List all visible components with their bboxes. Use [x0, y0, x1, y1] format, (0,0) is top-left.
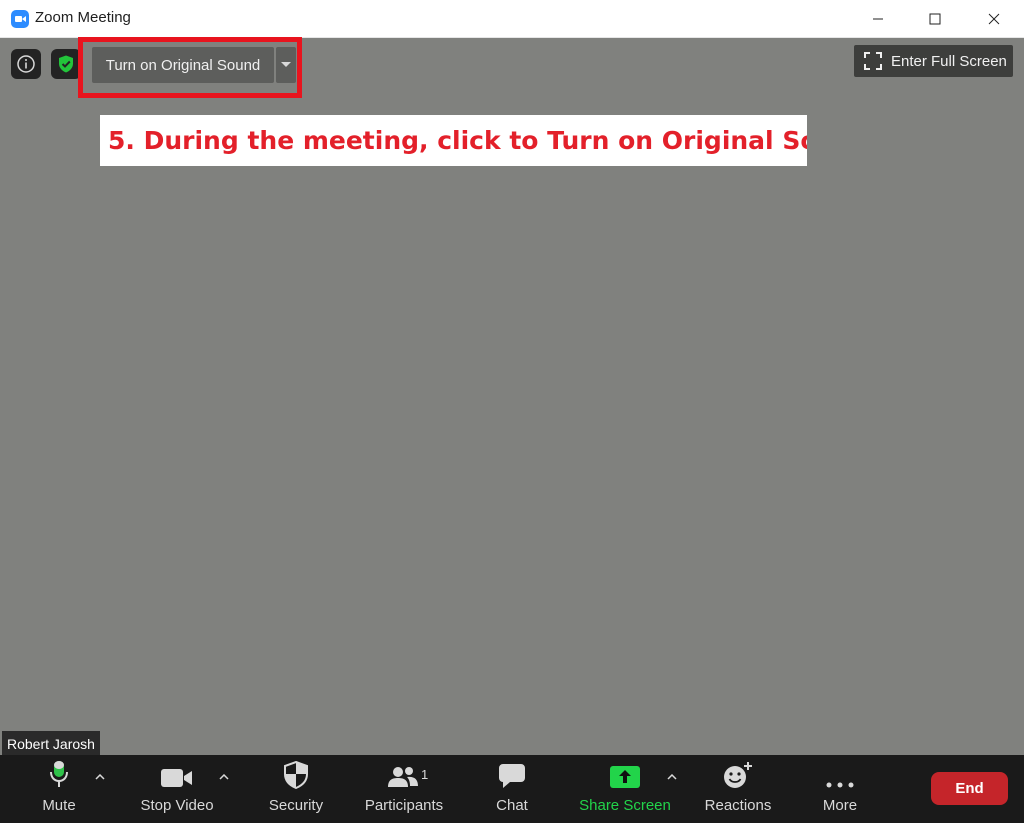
close-button[interactable]	[971, 0, 1017, 38]
video-options-caret[interactable]	[217, 770, 231, 784]
fullscreen-icon	[864, 52, 882, 70]
participant-name-tag: Robert Jarosh	[2, 731, 100, 756]
security-button[interactable]: Security	[263, 755, 329, 823]
more-button[interactable]: More	[812, 755, 868, 823]
maximize-icon	[929, 13, 941, 25]
mute-label: Mute	[42, 797, 76, 814]
share-options-caret[interactable]	[665, 770, 679, 784]
reactions-smiley-icon	[724, 762, 752, 788]
meeting-info-button[interactable]	[11, 49, 41, 79]
stop-video-label: Stop Video	[140, 797, 214, 814]
participants-button[interactable]: Participants	[358, 755, 450, 823]
enter-full-screen-button[interactable]: Enter Full Screen	[854, 45, 1013, 77]
original-sound-button[interactable]: Turn on Original Sound	[92, 47, 274, 83]
meeting-video-area: Turn on Original Sound Enter Full Screen…	[0, 37, 1024, 756]
maximize-button[interactable]	[912, 0, 958, 38]
chat-button[interactable]: Chat	[487, 755, 537, 823]
security-shield-icon	[284, 761, 308, 789]
mute-button[interactable]: Mute	[34, 755, 84, 823]
share-screen-icon	[610, 766, 640, 788]
encryption-shield-button[interactable]	[51, 49, 81, 79]
full-screen-label: Enter Full Screen	[891, 52, 1007, 70]
audio-options-caret[interactable]	[93, 770, 107, 784]
close-icon	[988, 13, 1000, 25]
caret-up-icon	[219, 774, 229, 780]
zoom-camera-icon	[11, 10, 29, 28]
window-title: Zoom Meeting	[35, 9, 131, 26]
original-sound-dropdown[interactable]	[276, 47, 296, 83]
caret-up-icon	[95, 774, 105, 780]
more-label: More	[822, 797, 858, 814]
caret-down-icon	[281, 62, 291, 67]
security-label: Security	[268, 797, 324, 814]
minimize-icon	[873, 18, 883, 20]
video-camera-icon	[161, 769, 192, 787]
shield-check-icon	[59, 55, 73, 73]
title-bar: Zoom Meeting	[0, 0, 1024, 38]
info-icon	[17, 55, 35, 73]
stop-video-button[interactable]: Stop Video	[135, 755, 219, 823]
minimize-button[interactable]	[855, 0, 901, 38]
instruction-callout: 5. During the meeting, click to Turn on …	[100, 115, 807, 166]
chat-label: Chat	[496, 797, 528, 814]
share-screen-label: Share Screen	[579, 797, 671, 814]
participants-label: Participants	[364, 797, 444, 814]
participants-count-badge: 1	[421, 767, 429, 782]
reactions-button[interactable]: Reactions	[700, 755, 776, 823]
more-dots-icon	[826, 782, 854, 788]
caret-up-icon	[667, 774, 677, 780]
participants-icon	[388, 767, 418, 787]
microphone-icon	[50, 761, 68, 787]
reactions-label: Reactions	[704, 797, 772, 814]
meeting-toolbar: Mute Stop Video Security Participants 1 …	[0, 755, 1024, 823]
chat-bubble-icon	[499, 764, 525, 788]
share-screen-button[interactable]: Share Screen	[575, 755, 675, 823]
end-meeting-button[interactable]: End	[931, 772, 1008, 805]
